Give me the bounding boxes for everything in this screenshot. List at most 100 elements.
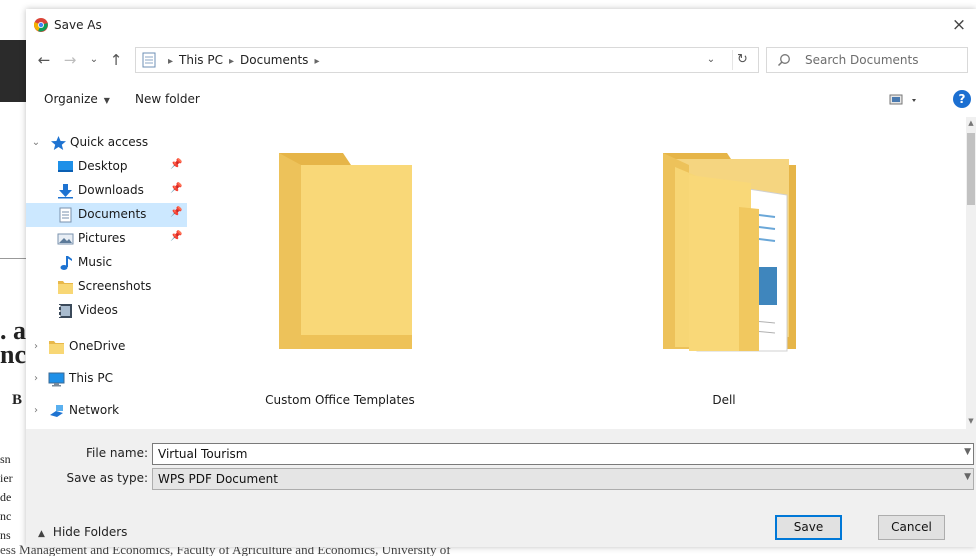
cancel-button[interactable]: Cancel — [878, 515, 945, 540]
folder-icon — [49, 341, 64, 354]
sidebar-item-music[interactable]: Music — [26, 251, 187, 275]
sidebar-item-label: Desktop — [78, 159, 128, 173]
empty-folder-icon — [279, 153, 412, 349]
forward-button[interactable]: → — [60, 49, 80, 71]
sidebar-item-label: Documents — [78, 207, 147, 221]
chevron-right-icon[interactable]: › — [30, 372, 42, 386]
breadcrumb-separator-icon[interactable]: ▸ — [229, 56, 234, 67]
sidebar-item-downloads[interactable]: Downloads 📌 — [26, 179, 187, 203]
new-folder-button[interactable]: New folder — [135, 92, 200, 106]
chevron-down-icon: ▼ — [103, 96, 110, 105]
background-text-fragment: nc — [0, 509, 12, 523]
folder-item-dell[interactable]: Dell — [639, 147, 809, 407]
command-toolbar: Organize ▼ New folder ? — [26, 85, 976, 115]
save-as-type-select[interactable]: WPS PDF Document ▼ — [152, 468, 974, 490]
breadcrumb-separator-icon[interactable]: ▸ — [314, 56, 319, 67]
background-text-fragment: nc — [0, 340, 26, 369]
desktop-icon — [58, 161, 73, 172]
sidebar-item-label: Network — [69, 403, 120, 417]
up-button[interactable]: ↑ — [106, 49, 126, 71]
download-icon — [58, 184, 73, 199]
search-icon — [777, 54, 790, 67]
breadcrumb-documents[interactable]: Documents — [240, 53, 308, 67]
title-bar[interactable]: Save As × — [26, 9, 976, 41]
folder-item-custom-office-templates[interactable]: Custom Office Templates — [255, 147, 425, 407]
sidebar-item-documents[interactable]: Documents 📌 — [26, 203, 187, 227]
chevron-down-icon[interactable]: ⌄ — [30, 136, 42, 150]
save-button[interactable]: Save — [775, 515, 842, 540]
breadcrumb-separator-icon[interactable]: ▸ — [168, 56, 173, 67]
sidebar-item-network[interactable]: › Network — [26, 399, 187, 423]
background-rule — [0, 258, 26, 259]
background-text-fragment: ier — [0, 471, 13, 485]
pin-icon[interactable]: 📌 — [170, 159, 182, 170]
documents-location-icon — [142, 52, 156, 68]
documents-icon — [59, 207, 72, 223]
scroll-up-icon[interactable]: ▲ — [966, 119, 976, 129]
address-bar[interactable]: ▸ This PC ▸ Documents ▸ ⌄ ↻ — [135, 47, 759, 73]
scrollbar-thumb[interactable] — [967, 133, 975, 205]
search-input[interactable] — [805, 52, 955, 68]
videos-icon — [59, 304, 72, 318]
sidebar-item-quick-access[interactable]: ⌄ Quick access — [26, 131, 187, 155]
save-options-area: File name: Virtual Tourism ▼ Save as typ… — [26, 429, 976, 547]
file-list-pane[interactable]: Custom Office Templates Dell — [187, 117, 966, 429]
sidebar-item-label: Screenshots — [78, 279, 152, 293]
star-icon — [51, 136, 66, 150]
pin-icon[interactable]: 📌 — [170, 231, 182, 242]
background-dark-block — [0, 40, 26, 102]
address-dropdown-button[interactable]: ⌄ — [702, 51, 720, 69]
sidebar-item-pictures[interactable]: Pictures 📌 — [26, 227, 187, 251]
recent-locations-button[interactable]: ⌄ — [84, 49, 104, 71]
search-box[interactable] — [766, 47, 968, 73]
sidebar-item-label: OneDrive — [69, 339, 126, 353]
breadcrumb-this-pc[interactable]: This PC — [179, 53, 223, 67]
help-icon[interactable]: ? — [953, 90, 971, 108]
chevron-right-icon[interactable]: › — [30, 340, 42, 354]
change-view-button[interactable] — [888, 91, 922, 109]
network-icon — [50, 405, 63, 417]
chevron-down-icon[interactable]: ▼ — [964, 447, 971, 457]
pin-icon[interactable]: 📌 — [170, 183, 182, 194]
folder-icon — [58, 281, 73, 294]
chevron-down-icon[interactable]: ▼ — [964, 472, 971, 482]
full-folder-icon — [663, 153, 796, 352]
file-name-label: File name: — [86, 446, 148, 460]
sidebar-item-onedrive[interactable]: › OneDrive — [26, 335, 187, 359]
sidebar-item-screenshots[interactable]: Screenshots — [26, 275, 187, 299]
save-as-dialog: Save As × ← → ⌄ ↑ ▸ This PC ▸ Documents ▸ ⌄ … — [26, 9, 976, 547]
computer-icon — [48, 372, 65, 387]
chevron-up-icon: ▲ — [38, 529, 45, 539]
background-text-fragment: sn — [0, 452, 11, 466]
view-icon — [889, 94, 916, 105]
pin-icon[interactable]: 📌 — [170, 207, 182, 218]
sidebar-item-label: Pictures — [78, 231, 126, 245]
sidebar-item-desktop[interactable]: Desktop 📌 — [26, 155, 187, 179]
save-as-type-value: WPS PDF Document — [158, 472, 278, 486]
organize-label: Organize — [44, 92, 98, 106]
back-button[interactable]: ← — [34, 49, 54, 71]
background-text-fragment: ns — [0, 528, 11, 542]
dialog-title: Save As — [54, 18, 102, 32]
sidebar-item-videos[interactable]: Videos — [26, 299, 187, 323]
background-text-fragment: de — [0, 490, 12, 504]
pictures-icon — [57, 233, 74, 245]
chevron-right-icon[interactable]: › — [30, 404, 42, 418]
organize-button[interactable]: Organize ▼ — [44, 92, 110, 106]
vertical-scrollbar[interactable]: ▲ ▼ — [966, 117, 976, 429]
scroll-down-icon[interactable]: ▼ — [966, 417, 976, 427]
breadcrumb: ▸ This PC ▸ Documents ▸ — [162, 53, 325, 67]
music-icon — [60, 256, 72, 270]
sidebar-item-label: Quick access — [70, 135, 149, 149]
sidebar-item-this-pc[interactable]: › This PC — [26, 367, 187, 391]
refresh-button[interactable]: ↻ — [732, 50, 752, 70]
file-name-field[interactable]: Virtual Tourism ▼ — [152, 443, 974, 465]
navigation-row: ← → ⌄ ↑ ▸ This PC ▸ Documents ▸ ⌄ ↻ — [26, 45, 976, 77]
navigation-pane: ⌄ Quick access Desktop 📌 Downloads 📌 Doc… — [26, 127, 187, 429]
sidebar-item-label: Videos — [78, 303, 118, 317]
close-button[interactable]: × — [948, 14, 970, 36]
file-name-value: Virtual Tourism — [158, 447, 248, 461]
folder-name: Dell — [712, 393, 736, 407]
hide-folders-button[interactable]: ▲ Hide Folders — [38, 525, 127, 539]
sidebar-item-label: Downloads — [78, 183, 144, 197]
